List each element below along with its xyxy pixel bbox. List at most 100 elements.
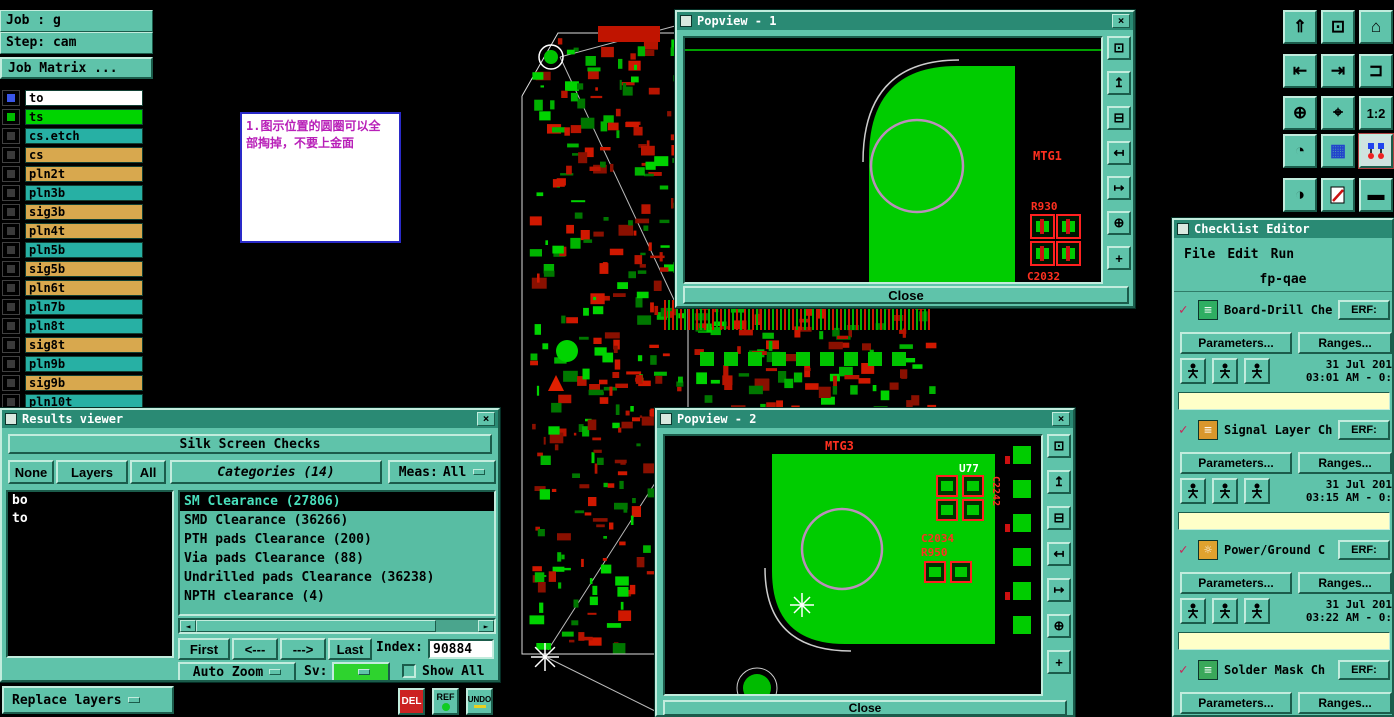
all-button[interactable]: All xyxy=(130,460,166,484)
layer-indicator[interactable] xyxy=(2,185,20,201)
layer-item[interactable]: pln3b xyxy=(25,185,143,201)
layer-indicator[interactable] xyxy=(2,356,20,372)
layer-indicator[interactable] xyxy=(2,109,20,125)
erf-button[interactable]: ERF: xyxy=(1338,660,1390,680)
item-label[interactable]: Power/Ground C xyxy=(1224,543,1325,557)
ranges-button[interactable]: Ranges... xyxy=(1298,572,1392,594)
layers-button[interactable]: Layers xyxy=(56,460,128,484)
layer-indicator[interactable] xyxy=(2,337,20,353)
zoom-out-icon[interactable]: ⊟ xyxy=(1107,106,1131,130)
job-field[interactable]: Job : g xyxy=(0,10,153,32)
run-action-icon[interactable] xyxy=(1212,478,1238,504)
auto-zoom-dropdown[interactable]: Auto Zoom xyxy=(178,662,296,680)
zoom-select-icon[interactable]: ⊕ xyxy=(1283,96,1317,130)
category-item-selected[interactable]: SM Clearance (27806) xyxy=(180,492,494,511)
layer-item[interactable]: ts xyxy=(25,109,143,125)
layer-indicator[interactable] xyxy=(2,375,20,391)
run-action-icon[interactable] xyxy=(1212,358,1238,384)
next-button[interactable]: ---> xyxy=(280,638,326,660)
item-check-toggle[interactable]: ✓ xyxy=(1179,662,1187,678)
layer-item[interactable]: sig5b xyxy=(25,261,143,277)
pan-right-icon[interactable]: ↦ xyxy=(1107,176,1131,200)
popview1-close-button[interactable]: Close xyxy=(683,286,1129,304)
run-action-icon[interactable] xyxy=(1180,598,1206,624)
item-check-toggle[interactable]: ✓ xyxy=(1179,542,1187,558)
sketch-edit-icon[interactable] xyxy=(1321,178,1355,212)
layer-item[interactable]: pln8t xyxy=(25,318,143,334)
run-action-icon[interactable] xyxy=(1180,478,1206,504)
show-all-checkbox[interactable] xyxy=(402,664,416,678)
pan-up-icon[interactable]: ↥ xyxy=(1047,470,1071,494)
results-layer-list[interactable]: bo to xyxy=(6,490,174,658)
scroll-left-icon[interactable]: ◄ xyxy=(180,620,196,632)
zoom-in-icon[interactable]: ⊕ xyxy=(1047,614,1071,638)
layer-indicator[interactable] xyxy=(2,242,20,258)
layer-item[interactable]: to xyxy=(25,90,143,106)
layer-item[interactable]: sig8t xyxy=(25,337,143,353)
run-action-icon[interactable] xyxy=(1244,478,1270,504)
item-label[interactable]: Signal Layer Ch xyxy=(1224,423,1332,437)
run-action-icon[interactable] xyxy=(1180,358,1206,384)
scroll-right-icon[interactable]: ► xyxy=(478,620,494,632)
grid-toggle-icon[interactable]: ▦ xyxy=(1321,134,1355,168)
ranges-button[interactable]: Ranges... xyxy=(1298,692,1392,714)
replace-layers-dropdown[interactable]: Replace layers xyxy=(2,686,174,714)
dock-right-icon[interactable]: ⇥ xyxy=(1321,54,1355,88)
dock-left-icon[interactable]: ⇤ xyxy=(1283,54,1317,88)
list-item[interactable]: to xyxy=(8,510,172,528)
parameters-button[interactable]: Parameters... xyxy=(1180,452,1292,474)
layer-item[interactable]: cs.etch xyxy=(25,128,143,144)
item-label[interactable]: Solder Mask Ch xyxy=(1224,663,1325,677)
layer-indicator[interactable] xyxy=(2,128,20,144)
erf-button[interactable]: ERF: xyxy=(1338,420,1390,440)
layer-indicator[interactable] xyxy=(2,204,20,220)
popview2-close-button[interactable]: Close xyxy=(663,700,1067,715)
pan-up-icon[interactable]: ↥ xyxy=(1107,71,1131,95)
layer-indicator[interactable] xyxy=(2,90,20,106)
layer-item[interactable]: pln9b xyxy=(25,356,143,372)
categories-hscrollbar[interactable]: ◄ ► xyxy=(178,618,496,634)
center-target-icon[interactable]: ⌖ xyxy=(1321,96,1355,130)
panel-up-icon[interactable]: ⇑ xyxy=(1283,10,1317,44)
ranges-button[interactable]: Ranges... xyxy=(1298,332,1392,354)
category-item[interactable]: Via pads Clearance (88) xyxy=(180,549,494,568)
popview1-titlebar[interactable]: Popview - 1 × xyxy=(677,12,1133,30)
pan-left-icon[interactable]: ↤ xyxy=(1047,542,1071,566)
layer-indicator[interactable] xyxy=(2,166,20,182)
close-icon[interactable]: × xyxy=(1112,14,1130,28)
net-compare-icon[interactable] xyxy=(1358,133,1394,169)
move-center-icon[interactable]: + xyxy=(1047,650,1071,674)
ranges-button[interactable]: Ranges... xyxy=(1298,452,1392,474)
prev-button[interactable]: <--- xyxy=(232,638,278,660)
layer-item[interactable]: pln6t xyxy=(25,280,143,296)
layer-indicator[interactable] xyxy=(2,261,20,277)
compass-view-icon[interactable]: ◑ xyxy=(1283,178,1317,212)
line-width-icon[interactable]: ▬ xyxy=(1359,178,1393,212)
layer-indicator[interactable] xyxy=(2,147,20,163)
first-button[interactable]: First xyxy=(178,638,230,660)
attach-window-icon[interactable]: ⊐ xyxy=(1359,54,1393,88)
home-view-icon[interactable]: ⌂ xyxy=(1359,10,1393,44)
checklist-titlebar[interactable]: Checklist Editor xyxy=(1174,220,1392,238)
results-viewer-titlebar[interactable]: Results viewer × xyxy=(2,410,498,428)
meas-dropdown[interactable]: Meas: All xyxy=(388,460,496,484)
step-field[interactable]: Step: cam xyxy=(0,32,153,54)
erf-button[interactable]: ERF: xyxy=(1338,540,1390,560)
category-item[interactable]: NPTH clearance (4) xyxy=(180,587,494,606)
checklist-name[interactable]: fp-qae xyxy=(1174,272,1392,292)
layer-indicator[interactable] xyxy=(2,280,20,296)
list-item[interactable]: bo xyxy=(8,492,172,510)
delete-button[interactable]: DEL xyxy=(398,688,425,715)
menu-run[interactable]: Run xyxy=(1265,245,1300,264)
layer-item[interactable]: sig9b xyxy=(25,375,143,391)
category-item[interactable]: Undrilled pads Clearance (36238) xyxy=(180,568,494,587)
pan-left-icon[interactable]: ↤ xyxy=(1107,141,1131,165)
clock-status-icon[interactable]: ◔ xyxy=(1283,134,1317,168)
category-item[interactable]: PTH pads Clearance (200) xyxy=(180,530,494,549)
reference-button[interactable]: REF xyxy=(432,688,459,715)
layer-indicator[interactable] xyxy=(2,223,20,239)
zoom-in-icon[interactable]: ⊕ xyxy=(1107,211,1131,235)
layer-item[interactable]: pln4t xyxy=(25,223,143,239)
index-input[interactable] xyxy=(428,639,494,659)
sv-color-dropdown[interactable] xyxy=(332,662,390,680)
